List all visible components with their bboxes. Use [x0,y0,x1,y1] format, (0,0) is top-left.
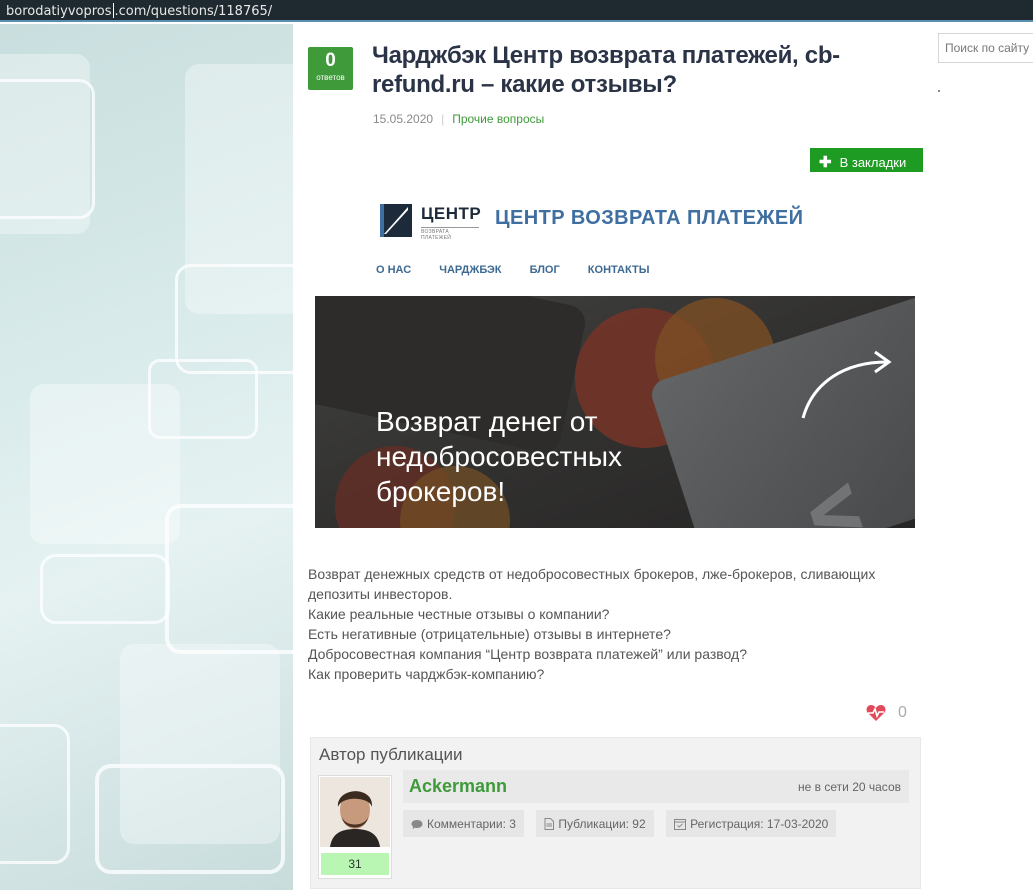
author-box: Автор публикации 31 Ackermann не в сети … [310,737,921,889]
body-line: Возврат денежных средств от недобросовес… [308,566,876,602]
author-stats: Комментарии: 3 Публикации: 92 Регистраци… [403,810,844,837]
banner-headline: Возврат денег от недобросовестных брокер… [376,406,622,507]
question-content: 0 ответов Чарджбэк Центр возврата платеж… [293,24,923,890]
author-name-link[interactable]: Ackermann [409,776,507,797]
bg-shape [0,724,70,864]
url-text[interactable]: borodatiyvopros .com/questions/118765/ [6,3,272,19]
publications-stat: Публикации: 92 [536,810,654,837]
bg-shape [0,79,95,219]
avatar[interactable]: 31 [318,775,392,879]
logo-subtitle: ВОЗВРАТА ПЛАТЕЖЕЙ [421,227,479,241]
calendar-icon [674,819,687,830]
like-control[interactable]: 0 [866,704,907,722]
comments-count: Комментарии: 3 [427,817,516,831]
online-status: не в сети 20 часов [798,780,901,794]
author-userbar: Ackermann не в сети 20 часов [403,770,909,803]
comments-stat: Комментарии: 3 [403,810,524,837]
answers-count: 0 [325,50,336,71]
heart-pulse-icon[interactable] [866,704,886,722]
plus-icon: ✚ [819,154,832,171]
body-line: Как проверить чарджбэк-компанию? [308,666,545,682]
bg-shape [165,504,293,654]
publications-count: Публикации: 92 [558,817,646,831]
answers-label: ответов [316,73,345,82]
document-icon [544,818,555,830]
category-link[interactable]: Прочие вопросы [452,112,544,126]
question-body: Возврат денежных средств от недобросовес… [308,564,918,684]
decorative-background [0,24,293,890]
meta-separator: | [441,112,445,126]
promo-banner: VISA Возврат денег от недобросовестных б… [315,296,915,528]
registration-stat: Регистрация: 17-03-2020 [666,810,837,837]
user-rating: 31 [321,853,389,875]
comment-icon [411,820,423,829]
author-box-header: Автор публикации [319,745,463,764]
bookmark-label: В закладки [839,155,907,170]
logo-word: ЦЕНТР [421,204,482,223]
site-nav-item: КОНТАКТЫ [587,264,650,276]
body-line: Есть негативные (отрицательные) отзывы в… [308,626,671,642]
site-nav-item: ЧАРДЖБЭК [439,264,502,276]
body-line: Какие реальные честные отзывы о компании… [308,606,610,622]
bg-shape [30,384,180,544]
question-meta: 15.05.2020 | Прочие вопросы [373,112,544,126]
like-count: 0 [898,704,907,721]
embedded-site-nav: О НАС ЧАРДЖБЭК БЛОГ КОНТАКТЫ [376,264,674,276]
url-path: .com/questions/118765/ [114,4,273,19]
site-nav-item: О НАС [376,264,412,276]
bg-shape [95,764,285,874]
bookmark-button[interactable]: ✚ В закладки [810,148,923,172]
bg-shape [175,264,293,374]
registration-date: Регистрация: 17-03-2020 [690,817,829,831]
search-placeholder: Поиск по сайту [945,41,1030,55]
post-date: 15.05.2020 [373,112,434,126]
address-bar[interactable]: borodatiyvopros .com/questions/118765/ [0,0,1033,22]
logo-mark-icon [380,204,412,237]
bg-shape [40,554,170,624]
avatar-photo[interactable] [320,777,390,847]
sidebar-dot [938,90,940,92]
page-title: Чарджбэк Центр возврата платежей, cb-ref… [372,42,840,98]
text-caret [112,3,114,18]
site-nav-item: БЛОГ [529,264,560,276]
avatar-image [320,777,390,847]
body-line: Добросовестная компания “Центр возврата … [308,646,747,662]
site-name: ЦЕНТР ВОЗВРАТА ПЛАТЕЖЕЙ [495,207,804,229]
url-host: borodatiyvopros [6,4,112,19]
search-input[interactable]: Поиск по сайту [938,33,1033,63]
right-sidebar [923,24,1033,890]
answers-badge: 0 ответов [308,47,353,90]
